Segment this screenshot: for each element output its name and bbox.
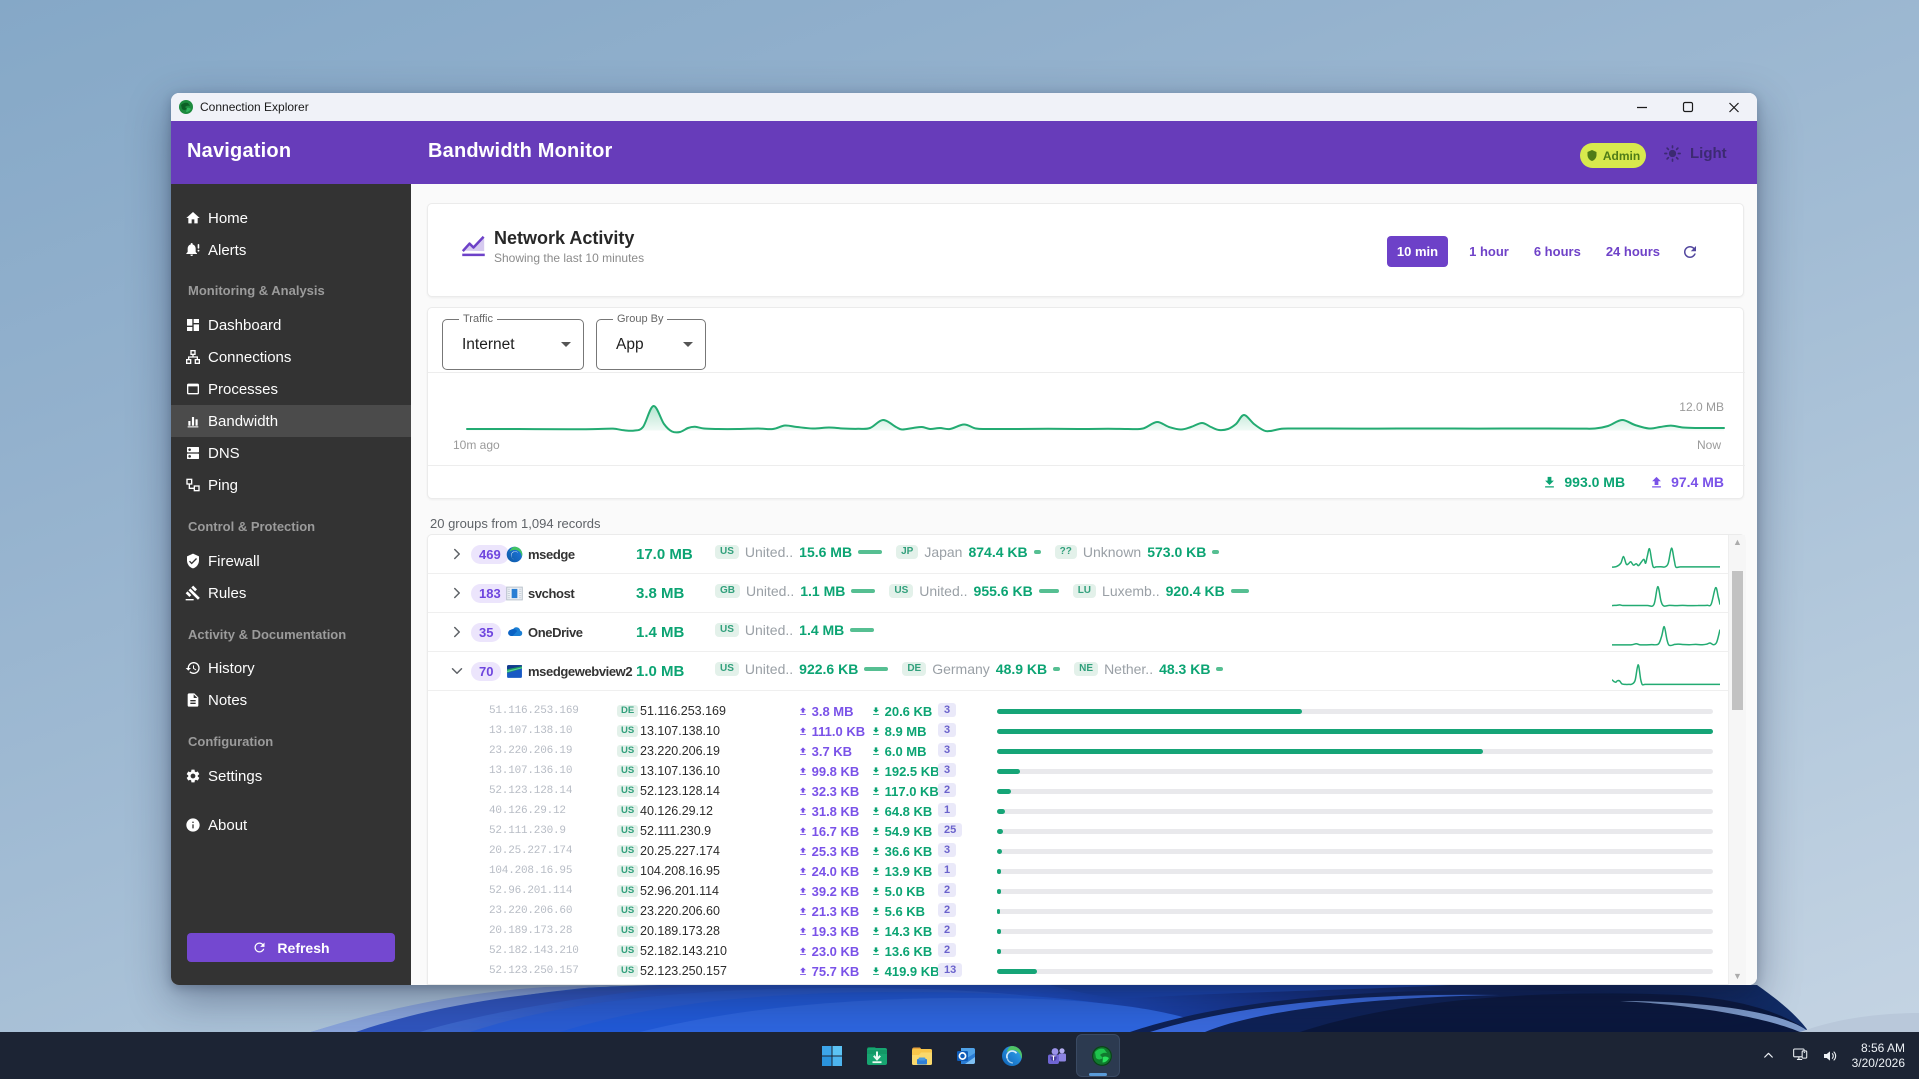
svg-text:T: T	[1051, 1055, 1056, 1062]
